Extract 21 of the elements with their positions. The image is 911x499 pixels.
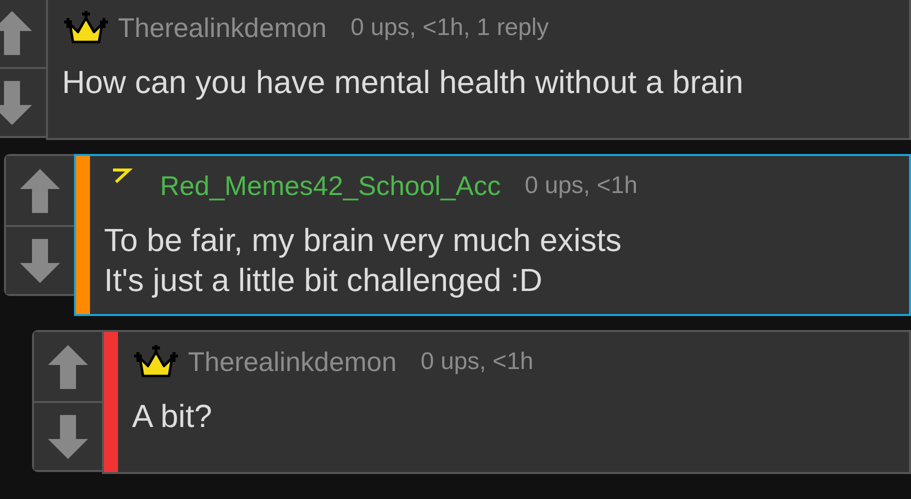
- username-link[interactable]: Therealinkdemon: [118, 12, 327, 44]
- up-arrow-icon: [20, 168, 60, 212]
- username-link[interactable]: Red_Memes42_School_Acc: [160, 170, 501, 202]
- up-arrow-icon: [0, 10, 32, 54]
- username-link[interactable]: Therealinkdemon: [188, 346, 397, 378]
- down-arrow-icon: [0, 80, 32, 124]
- comment-text: To be fair, my brain very much exists: [104, 221, 623, 260]
- downvote-button[interactable]: [34, 401, 102, 470]
- comment-text: It's just a little bit challenged :D: [104, 261, 544, 300]
- comment-text: How can you have mental health without a brain: [62, 63, 744, 102]
- crown-icon: [132, 344, 180, 380]
- up-arrow-icon: [48, 344, 88, 388]
- comment-meta: 0 ups, <1h: [524, 172, 638, 200]
- crown-icon: [62, 10, 110, 46]
- downvote-button[interactable]: [6, 225, 74, 294]
- down-arrow-icon: [20, 238, 60, 282]
- lightning-bolt-icon: [110, 168, 134, 184]
- down-arrow-icon: [48, 414, 88, 458]
- comment-meta: 0 ups, <1h, 1 reply: [350, 14, 549, 42]
- comment-meta: 0 ups, <1h: [420, 348, 534, 376]
- comment-text: A bit?: [132, 397, 214, 436]
